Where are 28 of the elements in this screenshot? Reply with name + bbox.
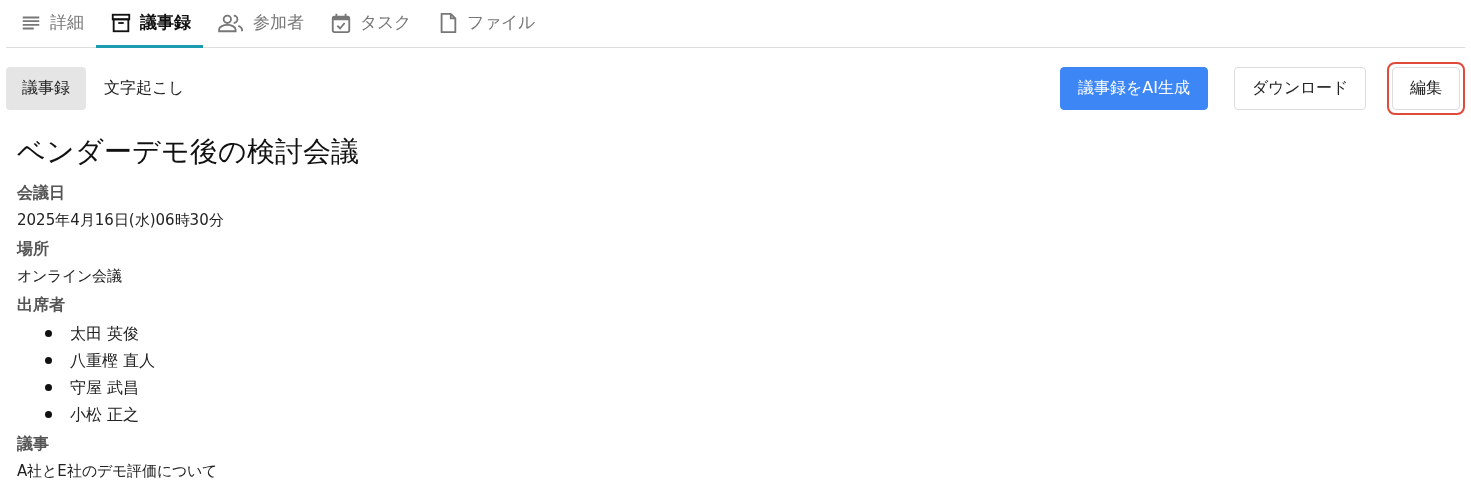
attendee-name: 小松 正之 (70, 404, 140, 426)
archive-box-icon (110, 11, 132, 34)
tab[interactable]: 詳細 (6, 0, 96, 48)
section-heading: 会議日 (17, 182, 66, 204)
section-text: オンライン会議 (17, 266, 123, 287)
attendee-name: 太田 英俊 (70, 323, 140, 345)
tab[interactable]: ファイル (423, 0, 547, 48)
section-heading: 議事 (17, 433, 50, 455)
bullet-icon (45, 411, 52, 418)
calendar-check-icon (330, 11, 352, 34)
bullet-icon (45, 384, 52, 391)
section-text: 2025年4月16日(水)06時30分 (17, 210, 225, 231)
tab[interactable]: 参加者 (203, 0, 316, 48)
document-title: ベンダーデモ後の検討会議 (17, 134, 360, 170)
view-tab[interactable]: 議事録 (6, 67, 86, 110)
bullet-icon (45, 357, 52, 364)
view-tab[interactable]: 文字起こし (88, 67, 200, 110)
section-heading: 出席者 (17, 294, 66, 316)
section-text: A社とE社のデモ評価について (17, 461, 218, 482)
generate-button[interactable]: 議事録をAI生成 (1060, 67, 1208, 110)
attendee-name: 八重樫 直人 (70, 350, 156, 372)
bullet-icon (45, 330, 52, 337)
attendee-name: 守屋 武昌 (70, 377, 140, 399)
tab[interactable]: 議事録 (96, 0, 203, 48)
tab[interactable]: タスク (316, 0, 423, 48)
action-button[interactable]: ダウンロード (1234, 67, 1366, 110)
section-heading: 場所 (17, 238, 50, 260)
action-button[interactable]: 編集 (1392, 67, 1460, 110)
